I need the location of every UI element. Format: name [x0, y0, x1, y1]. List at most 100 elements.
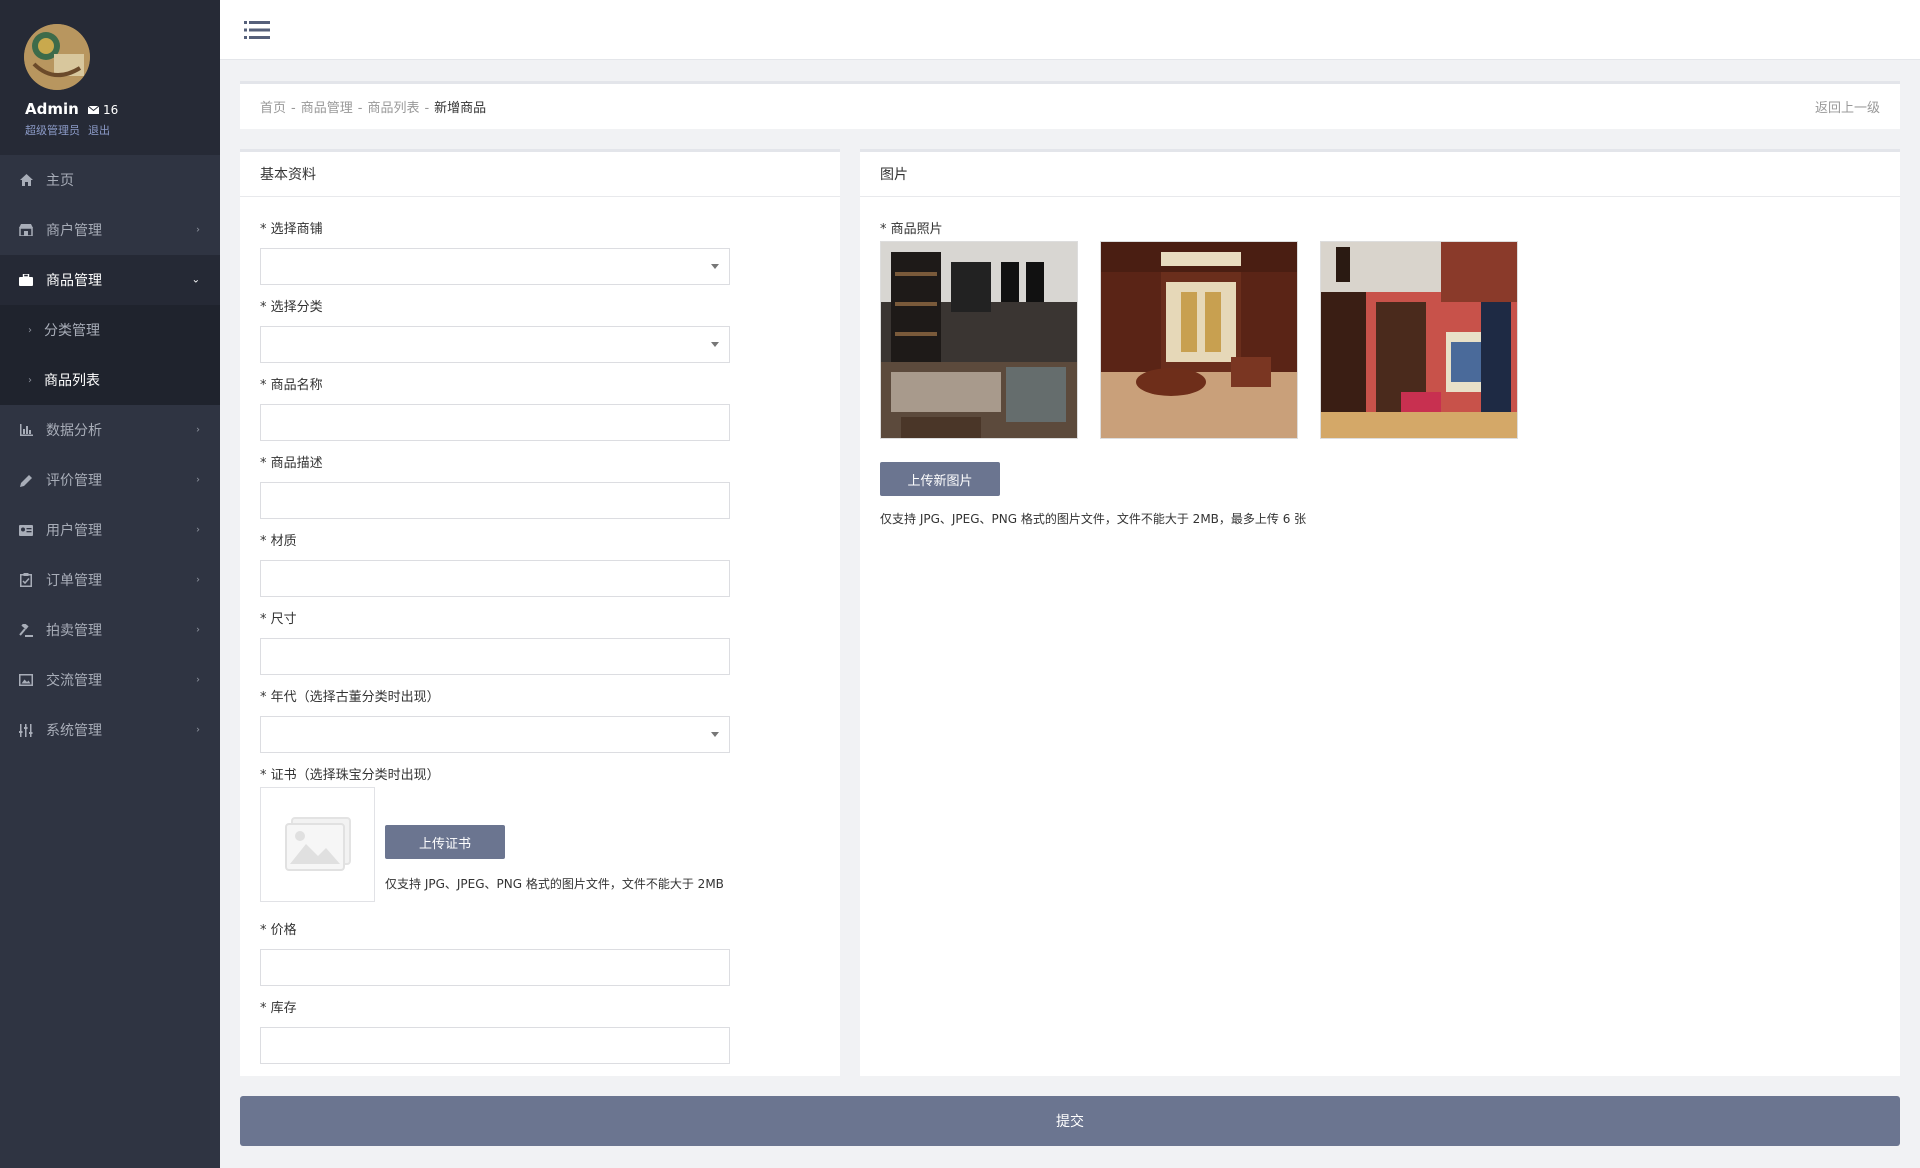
shop-field: * 选择商铺	[260, 218, 730, 285]
submenu-label: 分类管理	[44, 323, 100, 339]
envelope-icon	[88, 106, 99, 114]
chevron-right-icon: ›	[196, 474, 200, 486]
cert-hint: 仅支持 JPG、JPEG、PNG 格式的图片文件，文件不能大于 2MB	[385, 877, 724, 891]
sidebar-item-label: 商户管理	[46, 223, 102, 239]
sidebar-item-home[interactable]: 主页	[0, 155, 220, 205]
material-input[interactable]	[260, 560, 730, 597]
sidebar-item-product-list[interactable]: › 商品列表	[0, 355, 220, 405]
desc-field: * 商品描述	[260, 452, 730, 519]
sidebar-item-label: 评价管理	[46, 473, 102, 489]
profile: Admin 16 超级管理员 退出	[0, 0, 220, 155]
breadcrumb: 首页 - 商品管理 - 商品列表 - 新增商品	[260, 97, 486, 116]
field-label: * 商品名称	[260, 378, 323, 393]
product-name-input[interactable]	[260, 404, 730, 441]
breadcrumb-current: 新增商品	[434, 101, 487, 116]
logout-link[interactable]: 退出	[88, 124, 110, 137]
sliders-icon	[18, 722, 34, 738]
picture-icon	[18, 672, 34, 688]
chevron-right-icon: ›	[196, 424, 200, 436]
sidebar-item-label: 拍卖管理	[46, 623, 102, 639]
category-select[interactable]	[260, 326, 730, 363]
field-label: * 证书（选择珠宝分类时出现）	[260, 768, 440, 783]
material-field: * 材质	[260, 530, 730, 597]
sidebar-item-merchants[interactable]: 商户管理 ›	[0, 205, 220, 255]
size-field: * 尺寸	[260, 608, 730, 675]
breadcrumb-separator: -	[291, 101, 296, 116]
price-input[interactable]	[260, 949, 730, 986]
chevron-right-icon: ›	[196, 574, 200, 586]
name-field: * 商品名称	[260, 374, 730, 441]
photos-label: * 商品照片	[880, 222, 943, 237]
gavel-icon	[18, 622, 34, 638]
sidebar-item-community[interactable]: 交流管理 ›	[0, 655, 220, 705]
sidebar-item-analytics[interactable]: 数据分析 ›	[0, 405, 220, 455]
upload-image-button[interactable]: 上传新图片	[880, 462, 1000, 496]
product-photo[interactable]	[880, 241, 1078, 439]
list-menu-icon[interactable]	[244, 20, 270, 40]
sidebar-item-label: 数据分析	[46, 423, 102, 439]
avatar[interactable]	[24, 24, 90, 90]
breadcrumb-section[interactable]: 商品管理	[301, 101, 353, 116]
breadcrumb-list[interactable]: 商品列表	[367, 101, 419, 116]
chevron-right-icon: ›	[196, 624, 200, 636]
caret-down-icon	[711, 732, 719, 737]
cert-field: * 证书（选择珠宝分类时出现）	[260, 764, 440, 783]
sidebar-item-users[interactable]: 用户管理 ›	[0, 505, 220, 555]
upload-hint: 仅支持 JPG、JPEG、PNG 格式的图片文件，文件不能大于 2MB，最多上传…	[880, 512, 1307, 526]
role-link[interactable]: 超级管理员	[25, 124, 80, 137]
images-panel: 图片 * 商品照片 上传新图片 仅支持 JPG、JPEG、PNG 格式的图片文件…	[860, 149, 1900, 1076]
era-select[interactable]	[260, 716, 730, 753]
field-label: * 库存	[260, 1001, 297, 1016]
price-field: * 价格	[260, 919, 730, 986]
submenu-label: 商品列表	[44, 373, 100, 389]
field-label: * 选择分类	[260, 300, 323, 315]
submit-button[interactable]: 提交	[240, 1096, 1900, 1146]
field-label: * 尺寸	[260, 612, 297, 627]
sidebar-item-orders[interactable]: 订单管理 ›	[0, 555, 220, 605]
products-submenu: › 分类管理 › 商品列表	[0, 305, 220, 405]
shop-select[interactable]	[260, 248, 730, 285]
stock-input[interactable]	[260, 1027, 730, 1064]
sidebar-item-label: 用户管理	[46, 523, 102, 539]
size-input[interactable]	[260, 638, 730, 675]
chevron-right-icon: ›	[28, 324, 32, 336]
breadcrumb-home[interactable]: 首页	[260, 101, 286, 116]
chevron-right-icon: ›	[196, 724, 200, 736]
era-field: * 年代（选择古董分类时出现）	[260, 686, 730, 753]
sidebar: Admin 16 超级管理员 退出 主页 商户管理 › 商品管理 ⌄ › 分类管理	[0, 0, 220, 1168]
sidebar-item-products[interactable]: 商品管理 ⌄	[0, 255, 220, 305]
sidebar-item-auction[interactable]: 拍卖管理 ›	[0, 605, 220, 655]
sidebar-item-label: 主页	[46, 173, 74, 189]
chevron-right-icon: ›	[28, 374, 32, 386]
clipboard-icon	[18, 572, 34, 588]
store-icon	[18, 222, 34, 238]
cert-preview	[260, 787, 375, 902]
chevron-right-icon: ›	[196, 224, 200, 236]
sidebar-item-label: 交流管理	[46, 673, 102, 689]
panel-title: 基本资料	[240, 152, 840, 197]
sidebar-item-category-management[interactable]: › 分类管理	[0, 305, 220, 355]
field-label: * 材质	[260, 534, 297, 549]
topbar	[220, 0, 1920, 60]
id-card-icon	[18, 522, 34, 538]
product-photo[interactable]	[1320, 241, 1518, 439]
sidebar-item-label: 商品管理	[46, 273, 102, 289]
stock-field: * 库存	[260, 997, 730, 1064]
message-count-value: 16	[103, 103, 119, 117]
product-desc-input[interactable]	[260, 482, 730, 519]
caret-down-icon	[711, 342, 719, 347]
upload-cert-button[interactable]: 上传证书	[385, 825, 505, 859]
sidebar-item-reviews[interactable]: 评价管理 ›	[0, 455, 220, 505]
product-photo[interactable]	[1100, 241, 1298, 439]
image-placeholder-icon	[284, 816, 351, 871]
profile-sub: 超级管理员 退出	[25, 122, 118, 138]
breadcrumb-separator: -	[424, 101, 430, 116]
briefcase-icon	[18, 272, 34, 288]
breadcrumb-separator: -	[357, 101, 363, 116]
basic-info-panel: 基本资料 * 选择商铺 * 选择分类 * 商品名称 * 商品描述 * 材质 * …	[240, 149, 840, 1076]
caret-down-icon	[711, 264, 719, 269]
sidebar-item-system[interactable]: 系统管理 ›	[0, 705, 220, 755]
panel-title: 图片	[860, 152, 1900, 197]
back-link[interactable]: 返回上一级	[1815, 97, 1880, 116]
message-count[interactable]: 16	[88, 103, 118, 117]
